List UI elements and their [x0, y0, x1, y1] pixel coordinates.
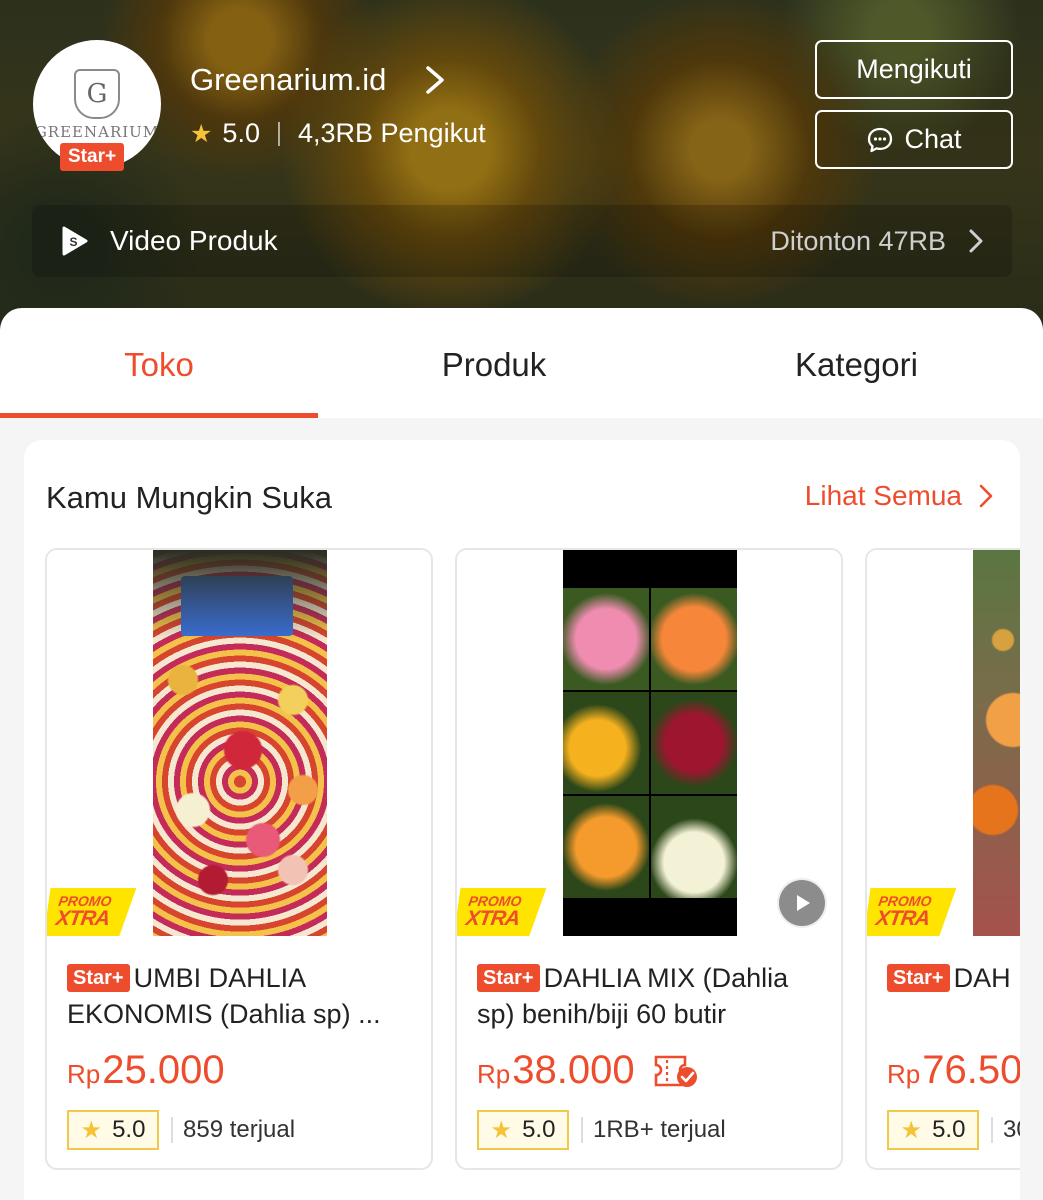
- product-title[interactable]: Star+ DAHLIA MIX (Dahlia sp) benih/biji 6…: [477, 960, 827, 1034]
- divider: [277, 121, 280, 146]
- product-title-text: DAH FLAME-OR: [953, 963, 1020, 993]
- promo-line-2: XTRA: [464, 907, 521, 930]
- tab-toko[interactable]: Toko: [0, 308, 318, 418]
- price-currency: Rp: [477, 1059, 511, 1089]
- tab-produk[interactable]: Produk: [318, 308, 670, 418]
- promo-line-1: PROMO: [467, 893, 523, 909]
- star-icon: ★: [900, 1116, 923, 1144]
- see-all-link[interactable]: Lihat Semua: [805, 480, 994, 512]
- product-price: Rp 25.000: [67, 1048, 225, 1093]
- star-plus-badge: Star+: [67, 964, 130, 992]
- logo-crest: G: [74, 69, 120, 119]
- chevron-right-icon: [979, 484, 993, 508]
- promo-xtra-badge: PROMO XTRA: [45, 888, 136, 936]
- video-play-icon: S: [62, 226, 88, 256]
- chat-button[interactable]: Chat: [815, 110, 1013, 169]
- chevron-right-icon: [969, 229, 983, 253]
- product-rating: ★ 5.0: [477, 1110, 569, 1150]
- see-all-label: Lihat Semua: [804, 480, 962, 511]
- product-photo: [563, 550, 737, 936]
- star-plus-badge: Star+: [477, 964, 540, 992]
- promo-xtra-badge: PROMO XTRA: [865, 888, 956, 936]
- promo-line-2: XTRA: [874, 907, 931, 930]
- star-icon: ★: [190, 119, 213, 148]
- product-rating-value: 5.0: [932, 1116, 966, 1143]
- product-card[interactable]: PROMO XTRA Star+ DAHLIA MIX (Dahlia sp) b…: [455, 548, 843, 1170]
- video-views: Ditonton 47RB: [770, 225, 946, 256]
- shop-name[interactable]: Greenarium.id: [190, 62, 386, 98]
- product-image[interactable]: PROMO XTRA: [47, 550, 431, 938]
- play-icon: [797, 895, 810, 911]
- chat-button-label: Chat: [904, 124, 962, 154]
- product-photo: [973, 550, 1020, 936]
- star-icon: ★: [490, 1116, 513, 1144]
- product-title[interactable]: Star+DAH FLAME-OR: [887, 960, 1020, 1034]
- promo-line-2: XTRA: [54, 907, 111, 930]
- price-currency: Rp: [67, 1059, 101, 1089]
- shop-rating-row: ★ 5.0 4,3RB Pengikut: [190, 118, 486, 149]
- star-plus-badge: Star+: [887, 964, 950, 992]
- recommendation-section: Kamu Mungkin Suka Lihat Semua PROMO XTRA…: [24, 440, 1020, 1200]
- product-rating-value: 5.0: [522, 1116, 556, 1143]
- star-plus-badge: Star+: [60, 143, 125, 171]
- shop-rating: 5.0: [222, 118, 260, 148]
- product-rating: ★ 5.0: [887, 1110, 979, 1150]
- product-sold: 859 terjual: [171, 1110, 295, 1150]
- product-title[interactable]: Star+ UMBI DAHLIA EKONOMIS (Dahlia sp) ..…: [67, 960, 417, 1034]
- promo-line-1: PROMO: [877, 893, 933, 909]
- shop-header-banner: G GREENARIUM Star+ Greenarium.id ★ 5.0 4…: [0, 0, 1043, 340]
- voucher-icon: [654, 1055, 697, 1087]
- svg-text:S: S: [70, 235, 78, 249]
- shop-tabs: Toko Produk Kategori: [0, 308, 1043, 418]
- price-amount: 38.000: [512, 1048, 635, 1092]
- video-product-label: Video Produk: [110, 225, 278, 256]
- shop-followers: 4,3RB Pengikut: [297, 118, 486, 148]
- tab-kategori[interactable]: Kategori: [670, 308, 1043, 418]
- product-sold: 30: [991, 1110, 1020, 1150]
- logo-text: GREENARIUM: [34, 123, 160, 141]
- chat-icon: [868, 127, 893, 152]
- star-icon: ★: [80, 1116, 103, 1144]
- product-card[interactable]: PROMO XTRA Star+ UMBI DAHLIA EKONOMIS (Da…: [45, 548, 433, 1170]
- product-rating-value: 5.0: [112, 1116, 146, 1143]
- product-image[interactable]: PROMO XTRA: [867, 550, 1020, 938]
- product-carousel[interactable]: PROMO XTRA Star+ UMBI DAHLIA EKONOMIS (Da…: [45, 548, 1020, 1172]
- product-image[interactable]: PROMO XTRA: [457, 550, 841, 938]
- product-price: Rp 76.50: [887, 1048, 1020, 1093]
- play-video-button[interactable]: [777, 878, 827, 928]
- price-amount: 25.000: [102, 1048, 225, 1092]
- product-rating: ★ 5.0: [67, 1110, 159, 1150]
- product-price: Rp 38.000: [477, 1048, 699, 1093]
- price-amount: 76.50: [922, 1048, 1020, 1092]
- price-currency: Rp: [887, 1059, 921, 1089]
- product-card[interactable]: PROMO XTRA Star+DAH FLAME-OR Rp 76.50 ★ …: [865, 548, 1020, 1170]
- product-sold: 1RB+ terjual: [581, 1110, 726, 1150]
- section-title: Kamu Mungkin Suka: [46, 480, 333, 515]
- follow-button[interactable]: Mengikuti: [815, 40, 1013, 99]
- video-product-row[interactable]: S Video Produk Ditonton 47RB: [32, 205, 1012, 277]
- product-photo: [153, 550, 327, 936]
- chevron-right-icon[interactable]: [420, 62, 450, 98]
- promo-xtra-badge: PROMO XTRA: [455, 888, 546, 936]
- promo-line-1: PROMO: [57, 893, 113, 909]
